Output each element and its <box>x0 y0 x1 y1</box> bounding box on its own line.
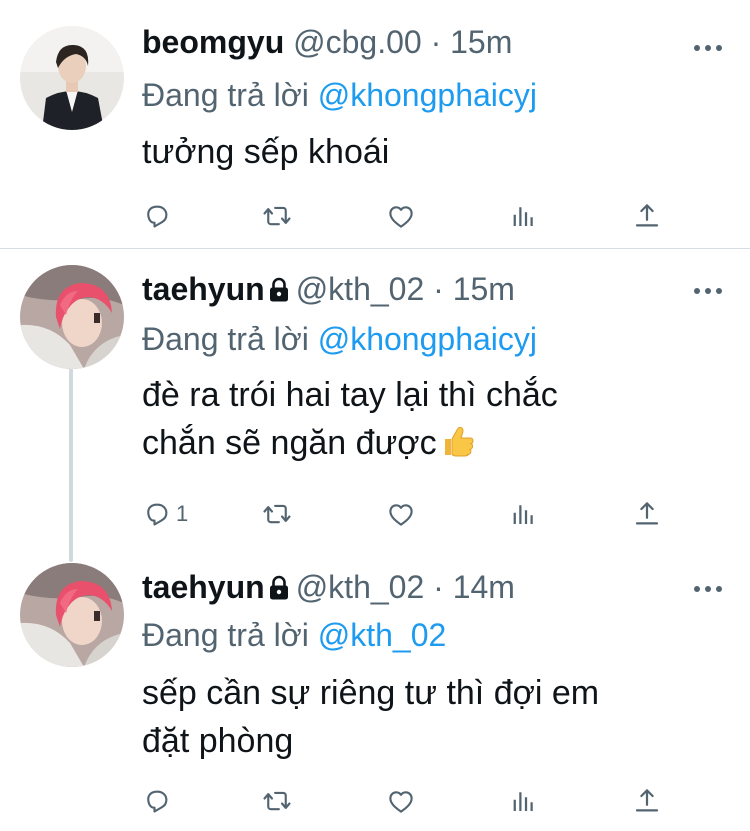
like-button[interactable] <box>386 783 416 819</box>
analytics-icon <box>508 499 538 529</box>
tweet-actions <box>142 783 672 819</box>
user-handle[interactable]: @cbg.00 <box>293 24 422 60</box>
tweet-beomgyu[interactable]: beomgyu @cbg.00 · 15m Đang trả lời @khon… <box>0 0 750 248</box>
tweet-taehyun-2[interactable]: taehyun @kth_02 · 14m Đang trả lời @kth_0… <box>0 559 750 831</box>
like-button[interactable] <box>386 198 416 234</box>
timestamp[interactable]: 14m <box>453 569 515 605</box>
avatar[interactable] <box>20 265 124 369</box>
tweet-actions <box>142 198 672 234</box>
display-name[interactable]: beomgyu <box>142 24 284 60</box>
reply-icon <box>142 201 172 231</box>
tweet-header: taehyun @kth_02 · 15m <box>142 269 515 309</box>
reply-count: 1 <box>176 501 189 526</box>
timestamp[interactable]: 15m <box>450 24 512 60</box>
mention-link[interactable]: @kth_02 <box>318 617 447 653</box>
mention-link[interactable]: @khongphaicyj <box>318 321 537 357</box>
avatar[interactable] <box>20 563 124 667</box>
tweet-actions: 1 <box>142 496 672 532</box>
tweet-text-line: sếp cần sự riêng tư thì đợi em <box>142 674 600 712</box>
retweet-icon <box>262 499 292 529</box>
retweet-icon <box>262 201 292 231</box>
tweet-text-line: đè ra trói hai tay lại thì chắc <box>142 376 558 414</box>
user-handle[interactable]: @kth_02 <box>296 569 425 605</box>
retweet-button[interactable] <box>262 496 292 532</box>
tweet-text: tưởng sếp khoái <box>142 128 702 176</box>
display-name[interactable]: taehyun <box>142 271 265 307</box>
analytics-icon <box>508 201 538 231</box>
share-button[interactable] <box>632 783 662 819</box>
separator-dot: · <box>430 24 442 60</box>
tweet-header: taehyun @kth_02 · 14m <box>142 567 515 607</box>
reply-icon <box>142 499 172 529</box>
replying-to: Đang trả lời @khongphaicyj <box>142 319 537 359</box>
replying-to: Đang trả lời @khongphaicyj <box>142 75 537 115</box>
reply-icon <box>142 786 172 816</box>
tweet-header: beomgyu @cbg.00 · 15m <box>142 22 512 62</box>
retweet-button[interactable] <box>262 783 292 819</box>
share-icon <box>632 786 662 816</box>
analytics-button[interactable] <box>508 783 538 819</box>
tweet-text: sếp cần sự riêng tư thì đợi em đặt phòng <box>142 669 702 765</box>
tweet-text-line: đặt phòng <box>142 722 294 760</box>
like-icon <box>386 201 416 231</box>
share-button[interactable] <box>632 198 662 234</box>
avatar[interactable] <box>20 26 124 130</box>
thumbs-up-emoji <box>444 426 474 457</box>
replying-label: Đang trả lời <box>142 617 309 653</box>
tweet-text-line-2: chắn sẽ ngăn được <box>142 419 702 467</box>
reply-button[interactable] <box>142 783 176 819</box>
timestamp[interactable]: 15m <box>453 271 515 307</box>
share-button[interactable] <box>632 496 662 532</box>
tweet-text-line: tưởng sếp khoái <box>142 133 390 171</box>
replying-label: Đang trả lời <box>142 321 309 357</box>
tweet-text: đè ra trói hai tay lại thì chắc chắn sẽ … <box>142 371 702 467</box>
lock-icon <box>268 575 290 601</box>
like-icon <box>386 786 416 816</box>
separator-dot: · <box>433 569 444 605</box>
more-icon[interactable] <box>694 583 724 593</box>
reply-button[interactable]: 1 <box>142 496 188 532</box>
separator-dot: · <box>433 271 444 307</box>
display-name[interactable]: taehyun <box>142 569 265 605</box>
retweet-button[interactable] <box>262 198 292 234</box>
mention-link[interactable]: @khongphaicyj <box>318 77 537 113</box>
more-icon[interactable] <box>694 285 724 295</box>
replying-label: Đang trả lời <box>142 77 309 113</box>
retweet-icon <box>262 786 292 816</box>
analytics-icon <box>508 786 538 816</box>
user-handle[interactable]: @kth_02 <box>296 271 425 307</box>
more-icon[interactable] <box>694 42 724 52</box>
reply-button[interactable] <box>142 198 176 234</box>
share-icon <box>632 201 662 231</box>
share-icon <box>632 499 662 529</box>
tweet-taehyun-1[interactable]: taehyun @kth_02 · 15m Đang trả lời @khong… <box>0 249 750 559</box>
replying-to: Đang trả lời @kth_02 <box>142 615 446 655</box>
analytics-button[interactable] <box>508 496 538 532</box>
like-button[interactable] <box>386 496 416 532</box>
analytics-button[interactable] <box>508 198 538 234</box>
like-icon <box>386 499 416 529</box>
tweet-text-line: chắn sẽ ngăn được <box>142 424 437 462</box>
lock-icon <box>268 277 290 303</box>
